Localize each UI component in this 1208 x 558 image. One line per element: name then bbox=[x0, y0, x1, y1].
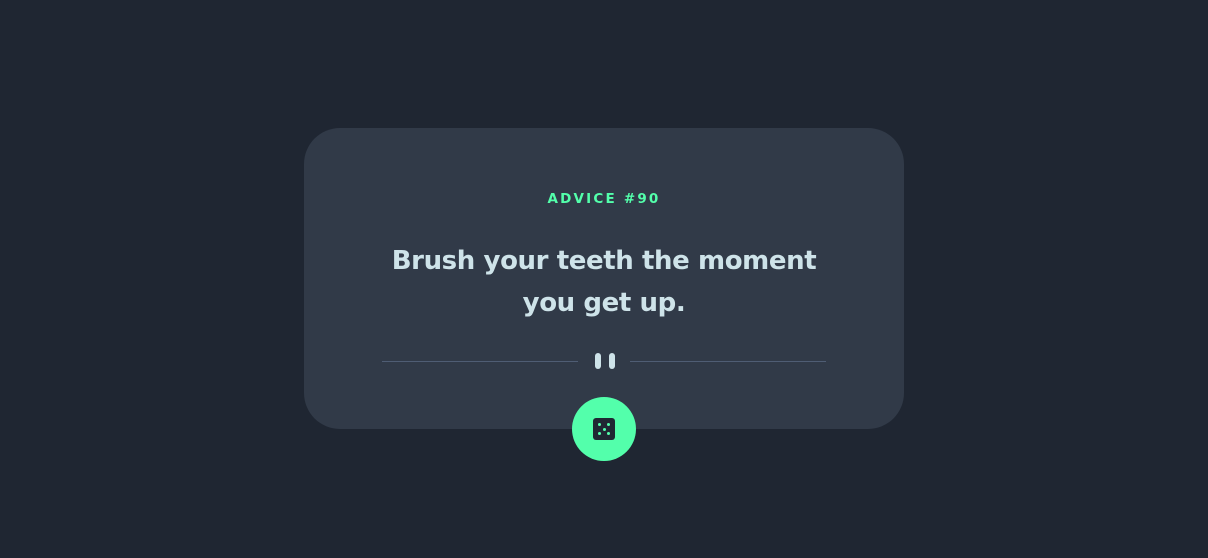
dice-pip bbox=[607, 423, 610, 426]
dice-pip bbox=[598, 423, 601, 426]
advice-card: ADVICE #90 Brush your teeth the moment y… bbox=[304, 128, 904, 429]
advice-quote: Brush your teeth the moment you get up. bbox=[391, 246, 817, 318]
pause-bar bbox=[609, 353, 615, 369]
dice-pip bbox=[602, 427, 606, 431]
dice-pip bbox=[598, 432, 601, 435]
dice-pip bbox=[607, 432, 610, 435]
advice-number: ADVICE #90 bbox=[547, 191, 661, 207]
pause-bar bbox=[595, 353, 601, 369]
pause-icon bbox=[595, 353, 615, 369]
divider-line-right bbox=[630, 361, 826, 362]
new-advice-button[interactable] bbox=[572, 397, 636, 461]
divider bbox=[382, 352, 826, 370]
divider-line-left bbox=[382, 361, 578, 362]
dice-icon bbox=[593, 418, 615, 440]
